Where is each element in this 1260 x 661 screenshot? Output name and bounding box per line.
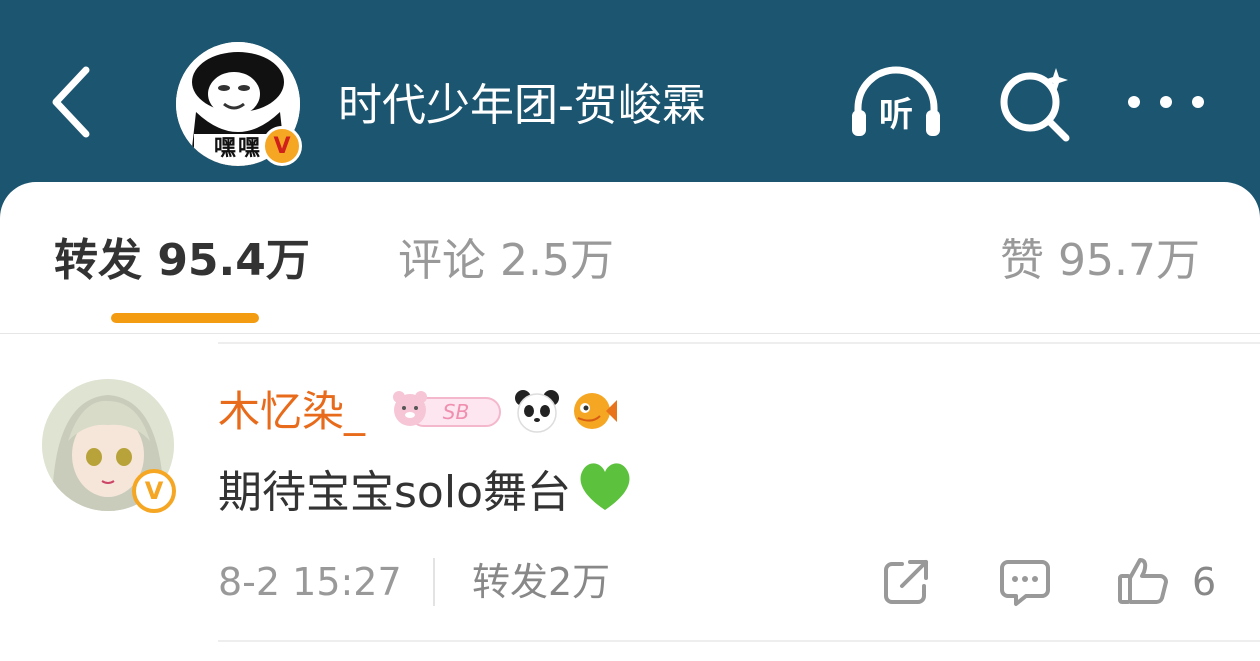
verified-badge-icon: V — [132, 469, 176, 513]
share-button[interactable] — [880, 556, 932, 608]
bear-sb-badge-icon: SB — [388, 388, 504, 434]
list-top-divider — [218, 342, 1260, 344]
back-button[interactable] — [40, 62, 100, 142]
listen-label: 听 — [879, 95, 913, 135]
repost-count-link[interactable]: 转发2万 — [472, 556, 610, 608]
like-count: 6 — [1192, 560, 1217, 604]
share-icon — [884, 560, 928, 604]
user-avatar[interactable]: 嘿嘿 V — [176, 42, 302, 166]
verified-badge-icon: V — [262, 126, 302, 166]
panda-badge-icon — [514, 388, 560, 434]
search-sparkle-icon — [1000, 68, 1070, 142]
badge-label: SB — [443, 400, 469, 424]
headphones-listen-icon: 听 — [852, 66, 940, 136]
tabs-divider — [0, 333, 1260, 334]
fish-badge-icon — [570, 388, 618, 434]
comment-button[interactable] — [998, 556, 1052, 608]
search-button[interactable] — [996, 64, 1076, 144]
commenter-username[interactable]: 木忆染_ — [218, 384, 365, 440]
tab-comments[interactable]: 评论 2.5万 — [398, 226, 614, 296]
green-heart-icon — [575, 458, 635, 532]
page-title: 时代少年团-贺峻霖 — [338, 80, 706, 131]
chevron-left-icon — [52, 66, 90, 138]
comment-bubble-icon — [1000, 560, 1050, 606]
thumbs-up-icon — [1118, 558, 1168, 604]
listen-button[interactable]: 听 — [848, 66, 944, 142]
tab-reposts[interactable]: 转发 95.4万 — [54, 226, 310, 296]
list-bottom-divider — [218, 640, 1260, 642]
comment-timestamp: 8-2 15:27 — [218, 560, 402, 604]
active-tab-indicator — [111, 313, 259, 323]
like-button[interactable] — [1116, 554, 1170, 608]
commenter-avatar[interactable]: V — [42, 379, 176, 513]
meta-separator — [433, 558, 435, 606]
comment-body: 期待宝宝solo舞台 — [218, 467, 571, 518]
more-button[interactable] — [1124, 86, 1208, 118]
tab-likes[interactable]: 赞 95.7万 — [1000, 226, 1200, 296]
comment-text: 期待宝宝solo舞台 — [218, 458, 635, 522]
more-dots-icon — [1128, 96, 1204, 108]
